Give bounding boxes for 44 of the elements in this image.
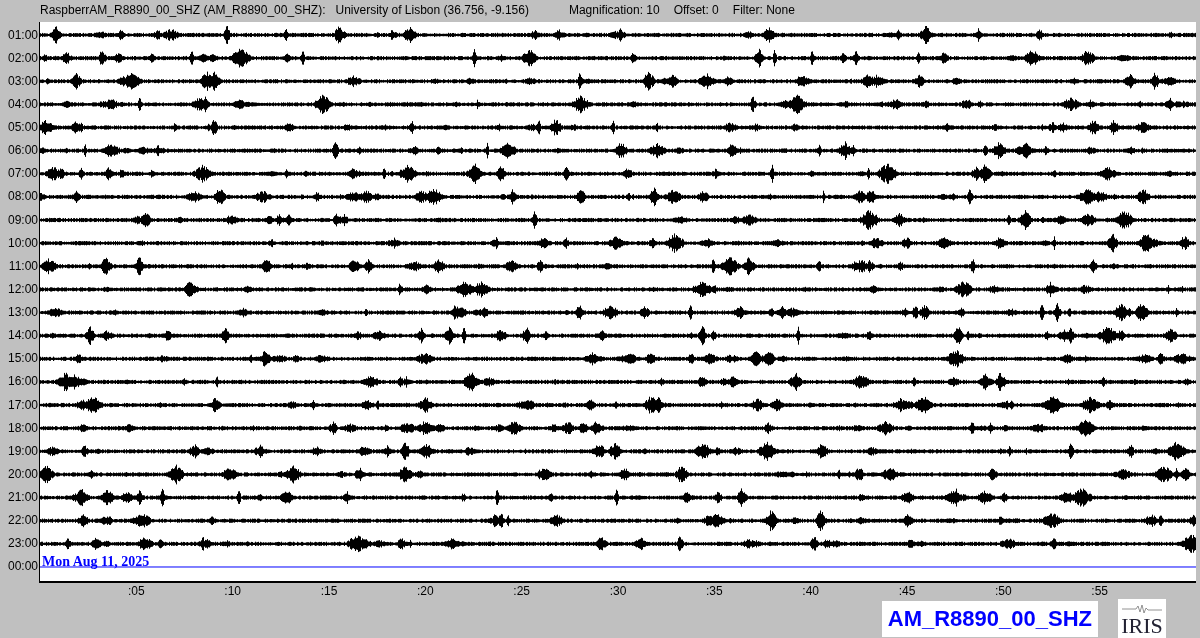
- location-text: University of Lisbon (36.756, -9.156): [335, 3, 529, 17]
- minute-tick-label: :30: [608, 584, 628, 598]
- hour-label: 05:00: [6, 119, 39, 136]
- minute-tick-label: :15: [319, 584, 339, 598]
- hour-label: 06:00: [6, 142, 39, 160]
- logo-text: IRIS: [1121, 613, 1163, 638]
- filter-text: Filter: None: [732, 3, 795, 17]
- wave-icon: [1122, 605, 1162, 613]
- minute-tick-label: :25: [512, 584, 531, 598]
- hour-label: 11:00: [7, 257, 39, 275]
- hour-label: 01:00: [6, 26, 39, 44]
- hour-label: 23:00: [6, 535, 39, 553]
- minute-tick-label: :20: [416, 584, 435, 598]
- hour-label: 09:00: [6, 211, 39, 229]
- hour-label: 04:00: [6, 95, 39, 113]
- hour-label: 21:00: [6, 489, 39, 506]
- hour-label: 10:00: [6, 234, 39, 252]
- minute-tick-label: :50: [994, 584, 1013, 598]
- hour-label: 14:00: [6, 327, 39, 345]
- date-label: Mon Aug 11, 2025: [42, 554, 150, 569]
- hour-label: 18:00: [6, 419, 39, 437]
- hour-label: 19:00: [6, 442, 39, 460]
- hour-label: 00:00: [6, 558, 39, 576]
- minute-tick-label: :45: [897, 584, 917, 598]
- hour-label: 03:00: [6, 72, 39, 90]
- hour-label: 02:00: [6, 49, 39, 67]
- hour-label: 13:00: [6, 304, 39, 321]
- hour-label: 07:00: [6, 165, 39, 183]
- minute-tick-label: :05: [127, 584, 146, 598]
- hour-label: 12:00: [6, 280, 39, 298]
- station-title: RaspberrAM_R8890_00_SHZ (AM_R8890_00_SHZ):: [40, 3, 326, 17]
- hour-label: 15:00: [6, 350, 39, 368]
- minute-tick-label: :55: [1090, 584, 1109, 598]
- magnification-text: Magnification: 10: [568, 3, 660, 17]
- minute-tick-label: :35: [705, 584, 724, 598]
- station-label: AM_R8890_00_SHZ: [881, 601, 1098, 637]
- offset-text: Offset: 0: [673, 3, 719, 17]
- minute-tick-label: :40: [801, 584, 820, 598]
- hour-label: 20:00: [6, 465, 39, 483]
- hour-label: 22:00: [6, 512, 39, 530]
- minute-tick-label: :10: [223, 584, 242, 598]
- hour-label: 16:00: [6, 373, 39, 391]
- hour-label: 08:00: [6, 188, 39, 206]
- hour-label: 17:00: [6, 396, 39, 414]
